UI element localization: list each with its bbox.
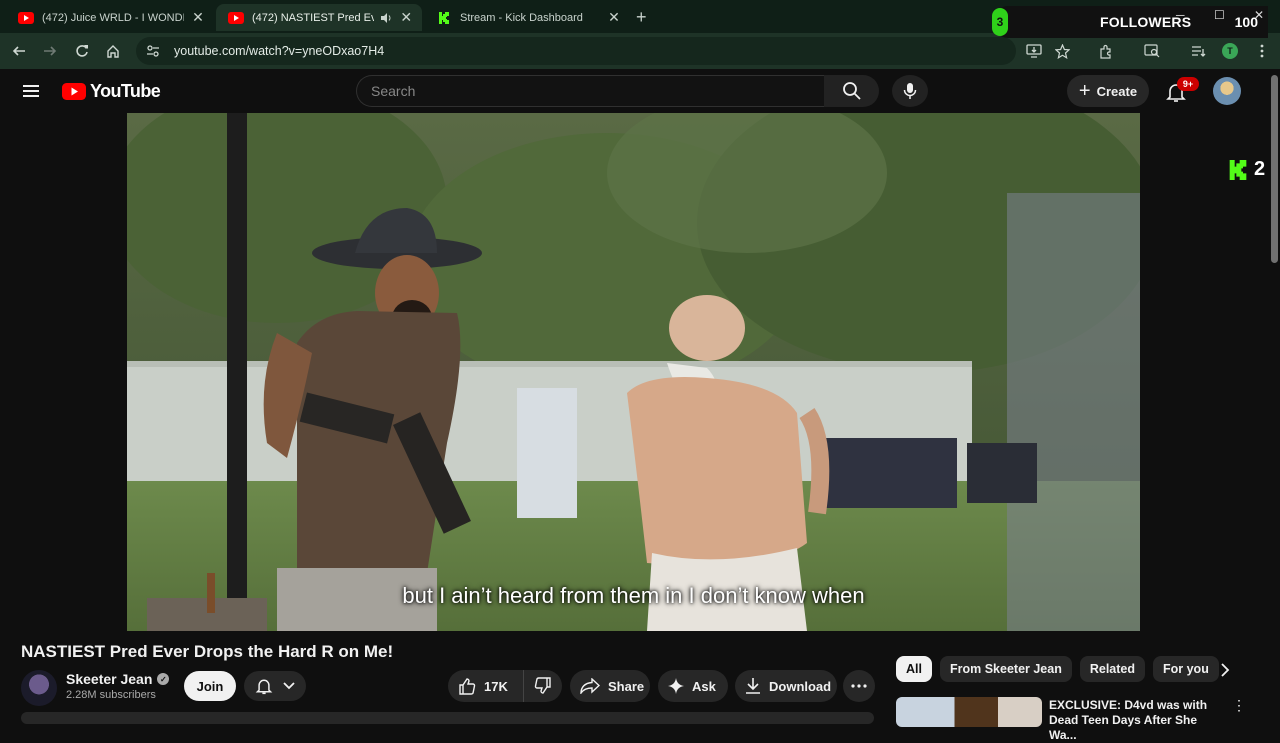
create-label: Create	[1096, 83, 1138, 99]
like-dislike-group: 17K	[448, 670, 562, 702]
create-button[interactable]: + Create	[1067, 75, 1149, 107]
kick-viewer-count: 2	[1254, 158, 1266, 180]
share-icon	[580, 678, 600, 694]
youtube-icon	[228, 10, 244, 26]
chip-related[interactable]: Related	[1079, 656, 1145, 682]
thumbs-down-icon	[534, 677, 551, 694]
microphone-icon	[903, 83, 917, 99]
download-label: Download	[769, 678, 832, 694]
search-icon	[842, 82, 861, 100]
speaker-icon[interactable]	[380, 12, 392, 24]
scrollbar-thumb[interactable]	[1271, 75, 1278, 263]
channel-name-text: Skeeter Jean	[66, 671, 153, 687]
thumbs-up-icon	[458, 677, 476, 695]
more-vertical-icon[interactable]: ⋮	[1231, 698, 1247, 716]
kick-viewer-counter: 2	[1228, 158, 1265, 181]
profile-avatar[interactable]: T	[1220, 41, 1240, 61]
voice-search-button[interactable]	[892, 75, 928, 107]
notifications-count-badge: 9+	[1177, 77, 1199, 91]
tab-title: (472) Juice WRLD - I WONDER	[42, 11, 184, 24]
browser-tab-active-video[interactable]: (472) NASTIEST Pred Ever D ✕	[216, 4, 422, 31]
search-box	[356, 75, 824, 107]
youtube-logo-icon	[62, 83, 86, 100]
plus-icon: +	[1078, 80, 1091, 102]
menu-icon[interactable]	[20, 81, 42, 101]
minimize-icon[interactable]: ─	[1176, 8, 1185, 22]
kick-icon	[436, 10, 452, 26]
chip-all[interactable]: All	[896, 656, 932, 682]
bell-icon	[255, 679, 273, 695]
channel-name[interactable]: Skeeter Jean ✓	[66, 671, 170, 687]
chip-from-channel[interactable]: From Skeeter Jean	[939, 656, 1072, 682]
dislike-button[interactable]	[524, 670, 562, 702]
more-actions-button[interactable]	[843, 670, 875, 702]
youtube-header: YouTube + Create 9+	[0, 69, 1280, 113]
reading-list-icon[interactable]	[1188, 41, 1208, 61]
share-button[interactable]: Share	[570, 670, 650, 702]
chevron-down-icon	[283, 682, 295, 690]
tab-title: Stream - Kick Dashboard	[460, 11, 583, 24]
sparkle-icon	[668, 678, 684, 694]
search-input[interactable]	[371, 83, 801, 99]
tab-search-icon[interactable]	[1142, 41, 1162, 61]
extensions-icon[interactable]	[1096, 41, 1116, 61]
home-icon[interactable]	[103, 41, 123, 61]
video-subtitle: but I ain’t heard from them in I don’t k…	[402, 583, 865, 608]
site-info-icon[interactable]	[142, 40, 164, 62]
more-horizontal-icon	[851, 684, 867, 688]
browser-menu-icon[interactable]	[1252, 41, 1272, 61]
browser-tab-kick-dashboard[interactable]: Stream - Kick Dashboard ✕	[424, 4, 630, 31]
subscription-notifications-button[interactable]	[244, 671, 306, 701]
download-button[interactable]: Download	[735, 670, 837, 702]
reload-icon[interactable]	[72, 41, 92, 61]
page-scrollbar[interactable]	[1268, 69, 1280, 720]
recommendation-thumbnail[interactable]	[896, 697, 1042, 727]
channel-avatar[interactable]	[21, 670, 57, 706]
subscriber-count: 2.28M subscribers	[66, 689, 156, 701]
share-label: Share	[608, 678, 645, 694]
close-tab-icon[interactable]: ✕	[606, 9, 622, 26]
video-player[interactable]: but I ain’t heard from them in I don’t k…	[127, 113, 1140, 631]
like-count: 17K	[484, 678, 508, 694]
verified-check-icon: ✓	[157, 673, 170, 685]
close-tab-icon[interactable]: ✕	[190, 9, 206, 26]
ask-button[interactable]: Ask	[658, 670, 728, 702]
tab-title: (472) NASTIEST Pred Ever D	[252, 11, 375, 24]
kick-icon	[1229, 159, 1247, 180]
url-text: youtube.com/watch?v=yneODxao7H4	[174, 44, 385, 58]
search-button[interactable]	[824, 75, 879, 107]
video-title: NASTIEST Pred Ever Drops the Hard R on M…	[21, 642, 394, 661]
chevron-right-icon[interactable]	[1214, 660, 1236, 680]
youtube-icon	[18, 10, 34, 26]
followers-goal-widget: 3 FOLLOWERS 100	[992, 6, 1268, 38]
recommendation-filter-chips: All From Skeeter Jean Related For you	[896, 656, 1227, 682]
chip-for-you[interactable]: For you	[1153, 656, 1219, 682]
back-icon[interactable]	[9, 41, 29, 61]
browser-tab-juice-wrld[interactable]: (472) Juice WRLD - I WONDER ✕	[6, 4, 214, 31]
download-icon	[745, 677, 761, 695]
account-avatar[interactable]	[1213, 77, 1241, 105]
bookmark-star-icon[interactable]	[1052, 41, 1072, 61]
video-frame	[127, 113, 1140, 631]
youtube-logo-text: YouTube	[90, 81, 161, 101]
maximize-icon[interactable]: ☐	[1214, 8, 1225, 22]
close-tab-icon[interactable]: ✕	[398, 9, 414, 26]
join-button[interactable]: Join	[184, 671, 236, 701]
ask-label: Ask	[692, 678, 716, 694]
new-tab-button[interactable]: +	[636, 7, 647, 28]
like-button[interactable]: 17K	[448, 670, 524, 702]
followers-count-badge: 3	[992, 8, 1008, 36]
browser-toolbar: youtube.com/watch?v=yneODxao7H4 T	[0, 33, 1280, 69]
youtube-logo[interactable]: YouTube	[62, 81, 161, 102]
forward-icon[interactable]	[40, 41, 60, 61]
address-bar[interactable]: youtube.com/watch?v=yneODxao7H4	[136, 37, 1016, 65]
install-app-icon[interactable]	[1024, 41, 1044, 61]
recommendation-title[interactable]: EXCLUSIVE: D4vd was with Dead Teen Days …	[1049, 698, 1217, 743]
description-box[interactable]	[21, 712, 874, 724]
window-close-icon[interactable]: ✕	[1254, 8, 1264, 22]
